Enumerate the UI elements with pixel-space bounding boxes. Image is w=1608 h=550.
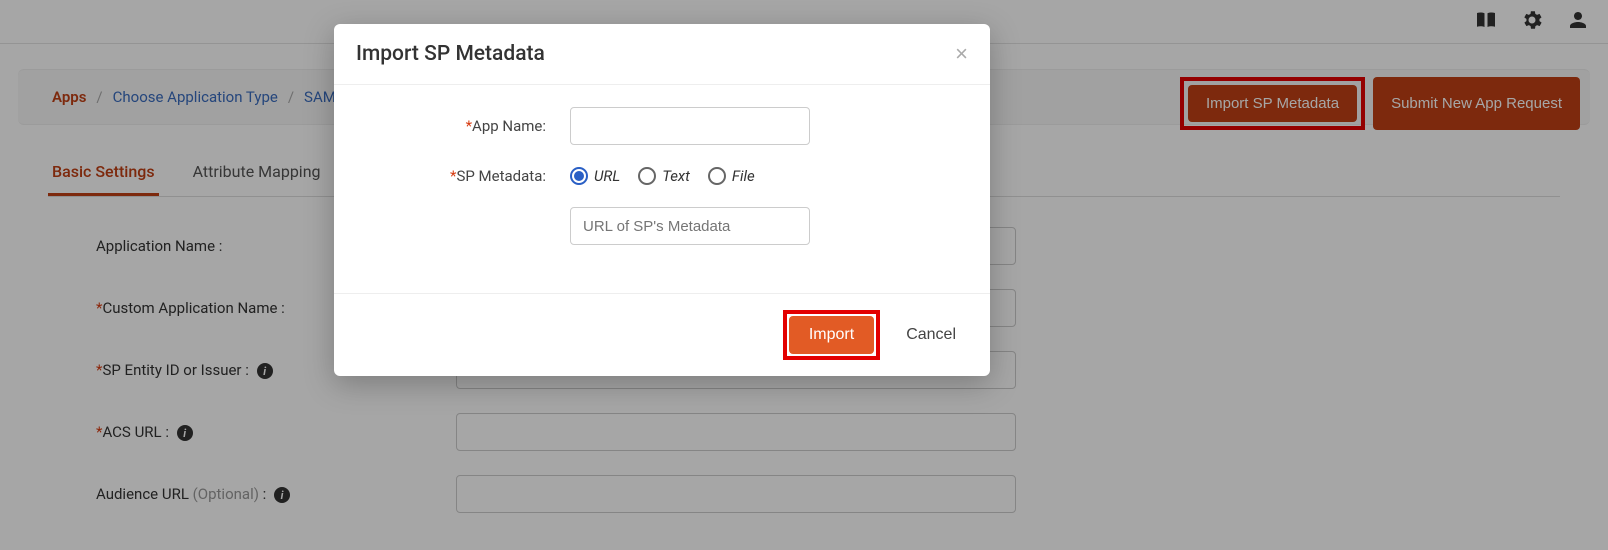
modal-input-url[interactable] (570, 207, 810, 245)
radio-dot (574, 171, 584, 181)
radio-file[interactable]: File (708, 167, 755, 185)
modal-title: Import SP Metadata (356, 42, 545, 66)
modal-body: *App Name: *SP Metadata: URL Text File (334, 85, 990, 293)
modal-footer: Import Cancel (334, 293, 990, 376)
radio-text[interactable]: Text (638, 167, 690, 185)
radio-circle-unchecked (638, 167, 656, 185)
radio-text-label: Text (662, 167, 690, 185)
import-button[interactable]: Import (789, 316, 874, 354)
modal-row-sp-metadata: *SP Metadata: URL Text File (356, 167, 968, 185)
cancel-button[interactable]: Cancel (894, 316, 968, 354)
modal-header: Import SP Metadata × (334, 24, 990, 84)
modal-label-sp-metadata-text: SP Metadata: (456, 167, 546, 185)
radio-circle-unchecked (708, 167, 726, 185)
modal-row-app-name: *App Name: (356, 107, 968, 145)
radio-group-sp-metadata: URL Text File (570, 167, 755, 185)
import-sp-metadata-modal: Import SP Metadata × *App Name: *SP Meta… (334, 24, 990, 376)
modal-row-url-input (356, 207, 968, 245)
radio-url-label: URL (594, 167, 620, 185)
modal-label-sp-metadata: *SP Metadata: (356, 167, 570, 185)
modal-input-app-name[interactable] (570, 107, 810, 145)
close-icon[interactable]: × (955, 43, 968, 65)
radio-file-label: File (732, 167, 755, 185)
highlight-import-action: Import (783, 310, 880, 360)
radio-circle-checked (570, 167, 588, 185)
modal-label-app-name: *App Name: (356, 117, 570, 135)
radio-url[interactable]: URL (570, 167, 620, 185)
modal-label-app-name-text: App Name: (472, 117, 546, 135)
